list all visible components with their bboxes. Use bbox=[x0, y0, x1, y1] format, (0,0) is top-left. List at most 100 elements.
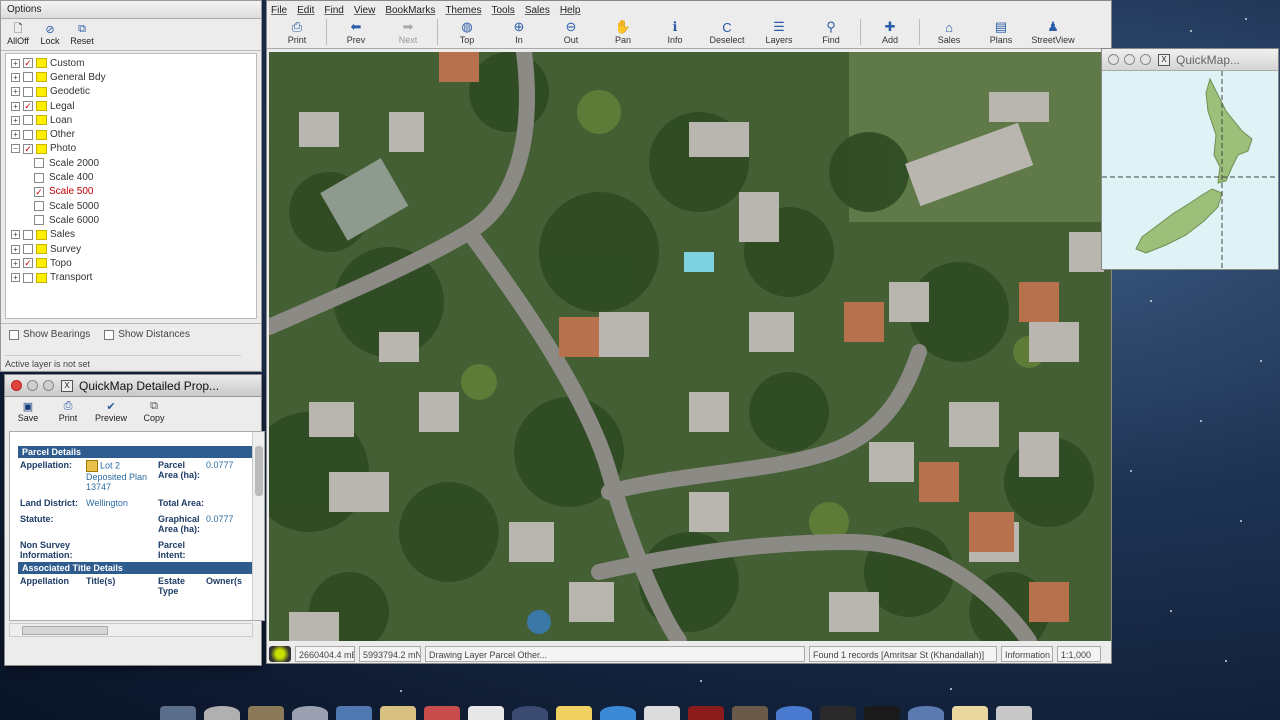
dock-app-icon[interactable] bbox=[820, 706, 856, 720]
expand-icon[interactable]: + bbox=[11, 101, 20, 111]
sublayer-checkbox[interactable] bbox=[34, 158, 44, 169]
sublayer-row[interactable]: Scale 6000 bbox=[6, 213, 256, 227]
dock-app-icon[interactable] bbox=[732, 706, 768, 720]
menu-bookmarks[interactable]: BookMarks bbox=[385, 5, 435, 16]
layer-checkbox[interactable] bbox=[23, 244, 33, 254]
horizontal-scrollbar[interactable] bbox=[9, 623, 253, 637]
out-button[interactable]: ⊖ Out bbox=[545, 19, 597, 45]
close-icon[interactable] bbox=[1108, 54, 1119, 65]
layer-checkbox[interactable] bbox=[23, 229, 33, 240]
top-button[interactable]: ◍ Top bbox=[441, 19, 493, 45]
layer-checkbox[interactable] bbox=[23, 115, 33, 126]
dock-app-icon[interactable] bbox=[688, 706, 724, 720]
sublayer-checkbox[interactable] bbox=[34, 215, 44, 226]
menu-file[interactable]: File bbox=[271, 5, 287, 16]
sublayer-checkbox[interactable] bbox=[34, 172, 44, 183]
layer-row[interactable]: + Transport bbox=[6, 270, 256, 284]
plans-button[interactable]: ▤ Plans bbox=[975, 19, 1027, 45]
overview-titlebar[interactable]: X QuickMap... bbox=[1102, 49, 1278, 71]
zoom-icon[interactable] bbox=[43, 380, 54, 391]
vertical-scrollbar[interactable] bbox=[252, 432, 264, 620]
expand-icon[interactable]: + bbox=[11, 87, 20, 97]
dock-app-icon[interactable] bbox=[248, 706, 284, 720]
dock-app-icon[interactable] bbox=[468, 706, 504, 720]
layer-checkbox[interactable] bbox=[23, 72, 33, 83]
alloff-button[interactable]: 🗋 AllOff bbox=[5, 23, 31, 48]
sublayer-row[interactable]: Scale 400 bbox=[6, 170, 256, 184]
expand-icon[interactable]: + bbox=[11, 230, 20, 240]
close-icon[interactable] bbox=[11, 380, 22, 391]
reset-button[interactable]: ⧉ Reset bbox=[69, 23, 95, 48]
layer-row[interactable]: + General Bdy bbox=[6, 70, 256, 84]
show-bearings-checkbox[interactable]: Show Bearings bbox=[9, 329, 90, 340]
aerial-map[interactable] bbox=[269, 52, 1111, 641]
dock-app-icon[interactable] bbox=[160, 706, 196, 720]
minimize-icon[interactable] bbox=[27, 380, 38, 391]
dock-app-icon[interactable] bbox=[292, 706, 328, 720]
layer-checkbox[interactable]: ✓ bbox=[23, 143, 33, 154]
expand-icon[interactable]: + bbox=[11, 115, 20, 125]
expand-icon[interactable]: + bbox=[11, 273, 20, 283]
expand-icon[interactable]: + bbox=[11, 258, 20, 268]
layer-checkbox[interactable] bbox=[23, 86, 33, 97]
dock-app-icon[interactable] bbox=[864, 706, 900, 720]
sublayer-row[interactable]: ✓ Scale 500 bbox=[6, 185, 256, 199]
menu-edit[interactable]: Edit bbox=[297, 5, 314, 16]
layer-row[interactable]: + ✓ Custom bbox=[6, 56, 256, 70]
dock-app-icon[interactable] bbox=[424, 706, 460, 720]
expand-icon[interactable]: + bbox=[11, 130, 20, 140]
sales-button[interactable]: ⌂ Sales bbox=[923, 19, 975, 46]
dock-app-icon[interactable] bbox=[336, 706, 372, 720]
streetview-button[interactable]: ♟ StreetView bbox=[1027, 19, 1079, 45]
show-distances-checkbox[interactable]: Show Distances bbox=[104, 329, 190, 340]
expand-icon[interactable]: + bbox=[11, 244, 20, 254]
dock-app-icon[interactable] bbox=[204, 706, 240, 720]
dock-app-icon[interactable] bbox=[380, 706, 416, 720]
layer-row[interactable]: + Sales bbox=[6, 228, 256, 242]
dock-app-icon[interactable] bbox=[600, 706, 636, 720]
layer-checkbox[interactable] bbox=[23, 272, 33, 283]
scrollbar-thumb[interactable] bbox=[22, 626, 108, 635]
layer-row[interactable]: + ✓ Legal bbox=[6, 99, 256, 113]
info-button[interactable]: ℹ Info bbox=[649, 19, 701, 45]
layer-row[interactable]: + Other bbox=[6, 127, 256, 141]
layer-row[interactable]: − ✓ Photo bbox=[6, 142, 256, 156]
menu-themes[interactable]: Themes bbox=[445, 5, 481, 16]
sublayer-row[interactable]: Scale 5000 bbox=[6, 199, 256, 213]
menu-tools[interactable]: Tools bbox=[491, 5, 514, 16]
layer-checkbox[interactable]: ✓ bbox=[23, 101, 33, 112]
preview-button[interactable]: ✔ Preview bbox=[95, 400, 127, 424]
layer-row[interactable]: + Geodetic bbox=[6, 85, 256, 99]
scale-indicator[interactable]: 1:1,000 bbox=[1057, 646, 1101, 662]
menu-sales[interactable]: Sales bbox=[525, 5, 550, 16]
save-button[interactable]: ▣ Save bbox=[15, 400, 41, 424]
new-zealand-overview-map[interactable] bbox=[1102, 71, 1278, 269]
dock-app-icon[interactable] bbox=[776, 706, 812, 720]
menu-help[interactable]: Help bbox=[560, 5, 581, 16]
menu-view[interactable]: View bbox=[354, 5, 376, 16]
collapse-icon[interactable]: − bbox=[11, 144, 20, 154]
appellation-value[interactable]: Lot 2 Deposited Plan 13747 bbox=[86, 460, 158, 492]
next-button[interactable]: ➡ Next bbox=[382, 19, 434, 45]
dock-app-icon[interactable] bbox=[556, 706, 592, 720]
expand-icon[interactable]: + bbox=[11, 72, 20, 82]
layer-checkbox[interactable] bbox=[23, 129, 33, 140]
trash-icon[interactable] bbox=[996, 706, 1032, 720]
lock-button[interactable]: ⊘ Lock bbox=[37, 23, 63, 48]
print-button[interactable]: ⎙ Print bbox=[55, 400, 81, 424]
in-button[interactable]: ⊕ In bbox=[493, 19, 545, 45]
minimize-icon[interactable] bbox=[1124, 54, 1135, 65]
dock-app-icon[interactable] bbox=[512, 706, 548, 720]
add-button[interactable]: ✚ Add bbox=[864, 19, 916, 45]
prev-button[interactable]: ⬅ Prev bbox=[330, 19, 382, 45]
scrollbar-thumb[interactable] bbox=[255, 446, 263, 496]
dock-app-icon[interactable] bbox=[644, 706, 680, 720]
zoom-icon[interactable] bbox=[1140, 54, 1151, 65]
copy-button[interactable]: ⧉ Copy bbox=[141, 400, 167, 424]
deselect-button[interactable]: C Deselect bbox=[701, 19, 753, 46]
print-button[interactable]: ⎙ Print bbox=[271, 19, 323, 45]
sublayer-checkbox[interactable]: ✓ bbox=[34, 186, 44, 197]
detail-titlebar[interactable]: X QuickMap Detailed Prop... bbox=[5, 375, 261, 397]
sublayer-checkbox[interactable] bbox=[34, 201, 44, 212]
dock-app-icon[interactable] bbox=[952, 706, 988, 720]
